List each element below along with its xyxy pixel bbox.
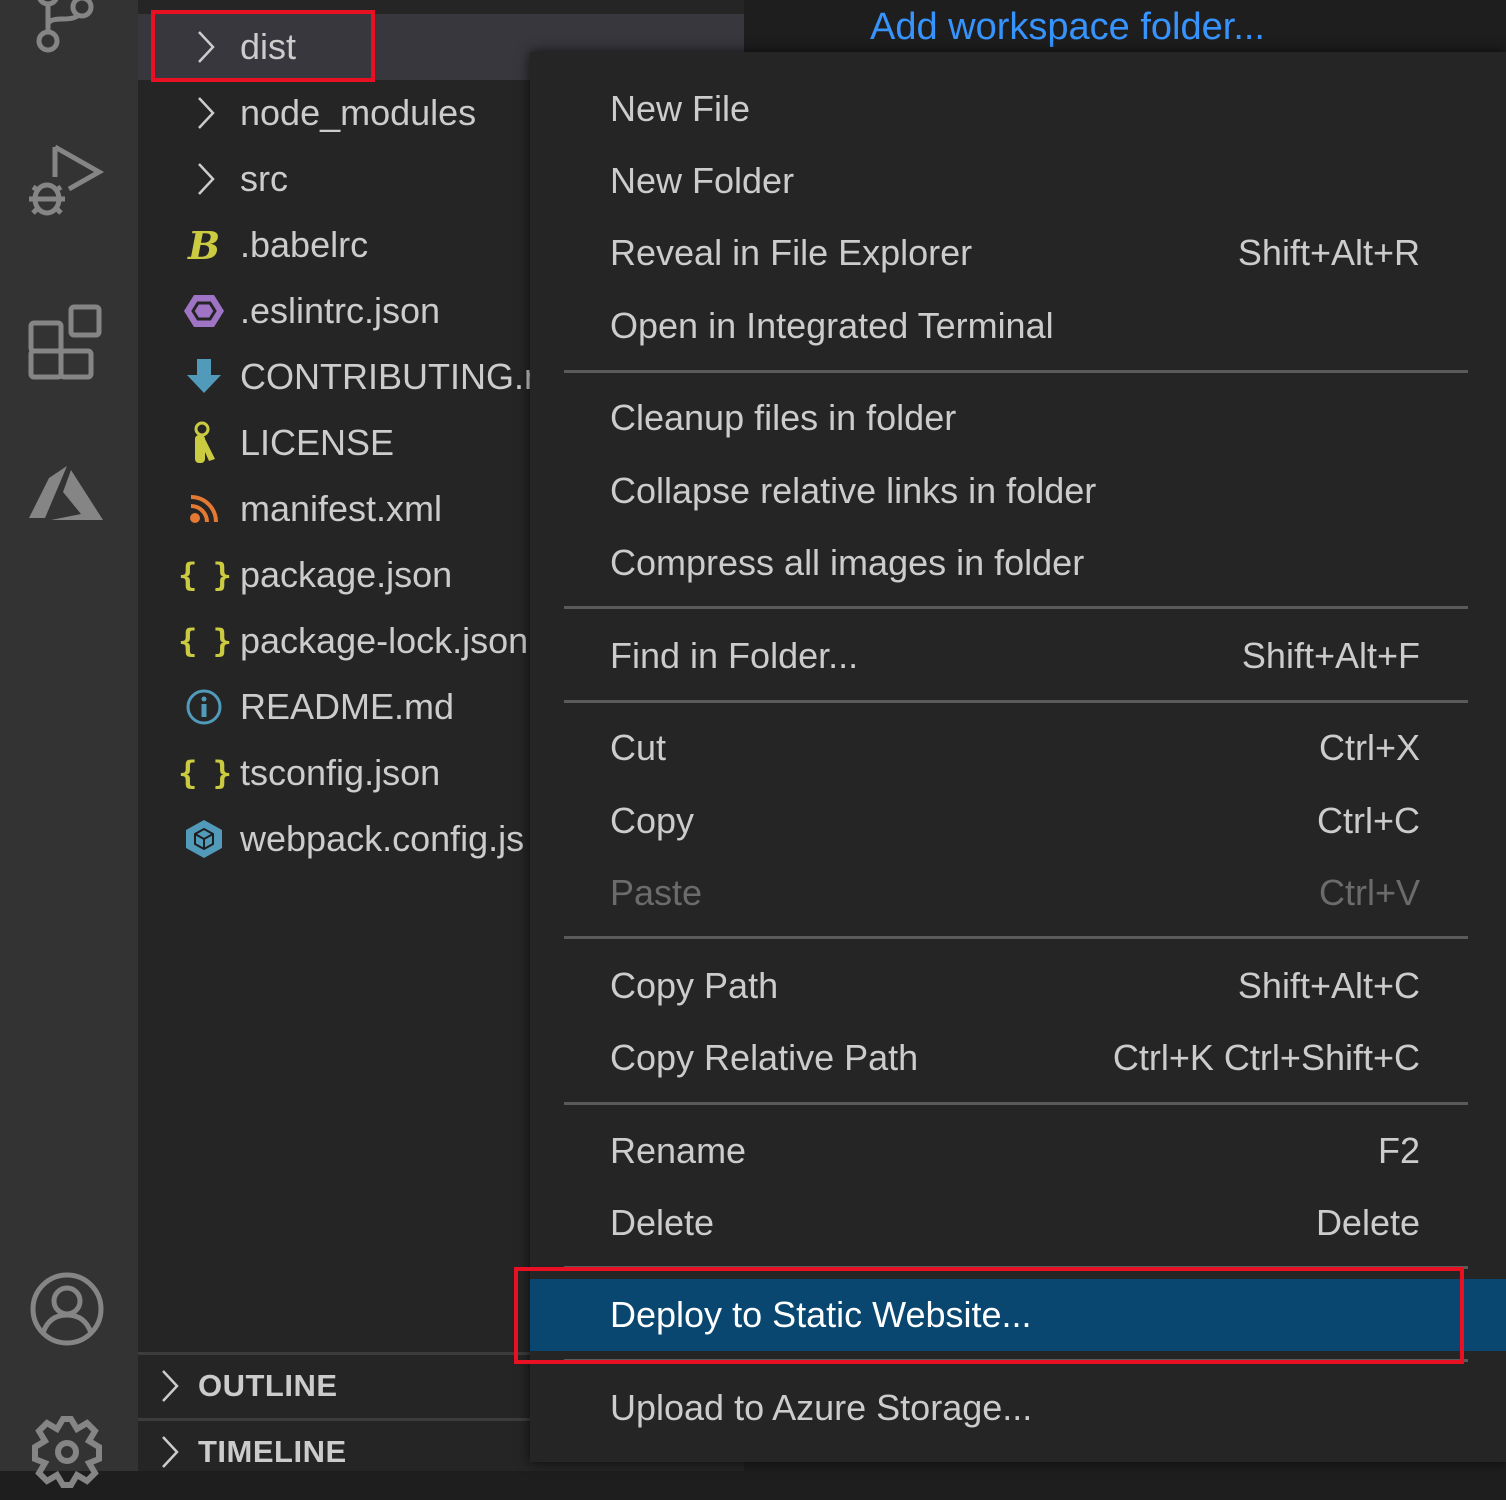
accounts-button[interactable] [22, 1264, 112, 1354]
menu-separator [564, 1102, 1468, 1105]
menu-item-collapse-relative-links-in-folder[interactable]: Collapse relative links in folder [530, 455, 1506, 527]
menu-item-label: Cut [610, 727, 667, 768]
source-control-button[interactable] [22, 0, 112, 76]
tree-item-label: README.md [240, 686, 455, 727]
tree-item-label: node_modules [240, 92, 477, 133]
menu-item-label: Paste [610, 872, 703, 913]
menu-item-label: Copy Path [610, 965, 779, 1006]
menu-item-label: Deploy to Static Website... [610, 1294, 1032, 1335]
webpack-cube-icon [182, 817, 226, 861]
tree-item-label: src [240, 158, 288, 199]
menu-item-label: Delete [610, 1202, 715, 1243]
tree-item-label: package-lock.json [240, 620, 529, 661]
menu-item-shortcut: F2 [1377, 1130, 1420, 1171]
tree-item-label: package.json [240, 554, 453, 595]
eslint-icon [182, 289, 226, 333]
menu-item-copy-path[interactable]: Copy Path Shift+Alt+C [530, 950, 1506, 1022]
tree-item-label: .babelrc [240, 224, 369, 265]
menu-item-new-file[interactable]: New File [530, 73, 1506, 145]
source-control-icon [36, 0, 94, 53]
babel-icon: B [187, 222, 221, 268]
menu-separator [564, 1266, 1468, 1269]
menu-item-shortcut: Ctrl+X [1318, 727, 1420, 768]
add-workspace-folder-link[interactable]: Add workspace folder... [870, 6, 1265, 49]
menu-separator [564, 1359, 1468, 1362]
menu-item-label: New File [610, 88, 751, 129]
menu-item-delete[interactable]: Delete Delete [530, 1187, 1506, 1259]
menu-item-shortcut: Ctrl+K Ctrl+Shift+C [1112, 1037, 1420, 1078]
account-icon [30, 1272, 104, 1346]
json-braces-icon: { } [178, 556, 232, 594]
menu-item-label: Reveal in File Explorer [610, 232, 973, 273]
menu-item-label: Find in Folder... [610, 635, 859, 676]
menu-item-label: Upload to Azure Storage... [610, 1387, 1033, 1428]
tree-item-label: LICENSE [240, 422, 395, 463]
tree-item-label: dist [240, 26, 297, 67]
menu-item-label: Collapse relative links in folder [610, 470, 1097, 511]
tree-item-label: .eslintrc.json [240, 290, 441, 331]
menu-item-new-folder[interactable]: New Folder [530, 145, 1506, 217]
chevron-right-icon [196, 159, 222, 199]
menu-item-copy-relative-path[interactable]: Copy Relative Path Ctrl+K Ctrl+Shift+C [530, 1022, 1506, 1094]
azure-icon [29, 466, 103, 520]
menu-item-cut[interactable]: Cut Ctrl+X [530, 712, 1506, 784]
xml-rss-icon [182, 487, 226, 531]
chevron-right-icon [196, 93, 222, 133]
json-braces-icon: { } [178, 622, 232, 660]
settings-gear-icon [32, 1416, 102, 1488]
menu-item-deploy-to-static-website[interactable]: Deploy to Static Website... [530, 1279, 1506, 1351]
tree-item-label: webpack.config.js [240, 818, 525, 859]
menu-item-shortcut: Shift+Alt+R [1237, 232, 1420, 273]
markdown-download-icon [182, 355, 226, 399]
menu-item-rename[interactable]: Rename F2 [530, 1115, 1506, 1187]
menu-item-shortcut: Ctrl+V [1318, 872, 1420, 913]
chevron-right-icon [160, 1366, 186, 1406]
menu-item-copy[interactable]: Copy Ctrl+C [530, 785, 1506, 857]
run-debug-button[interactable] [22, 136, 112, 226]
menu-item-label: Copy [610, 800, 695, 841]
menu-item-shortcut: Shift+Alt+F [1241, 635, 1420, 676]
menu-item-shortcut: Delete [1315, 1202, 1420, 1243]
menu-item-upload-to-azure-storage[interactable]: Upload to Azure Storage... [530, 1372, 1506, 1444]
menu-item-shortcut: Ctrl+C [1316, 800, 1420, 841]
chevron-right-icon [160, 1432, 186, 1472]
run-debug-icon [29, 144, 105, 216]
menu-item-compress-all-images-in-folder[interactable]: Compress all images in folder [530, 527, 1506, 599]
info-icon [182, 685, 226, 729]
menu-item-reveal-in-file-explorer[interactable]: Reveal in File Explorer Shift+Alt+R [530, 217, 1506, 289]
menu-item-label: New Folder [610, 160, 795, 201]
menu-item-shortcut: Shift+Alt+C [1237, 965, 1420, 1006]
tree-item-label: manifest.xml [240, 488, 443, 529]
menu-item-label: Rename [610, 1130, 747, 1171]
extensions-button[interactable] [22, 296, 112, 386]
menu-item-cleanup-files-in-folder[interactable]: Cleanup files in folder [530, 382, 1506, 454]
outline-label: OUTLINE [198, 1367, 338, 1403]
activity-bar [0, 0, 138, 1488]
menu-separator [564, 700, 1468, 703]
menu-separator [564, 936, 1468, 939]
menu-item-label: Compress all images in folder [610, 542, 1085, 583]
chevron-right-icon [196, 27, 222, 67]
manage-button[interactable] [22, 1410, 112, 1500]
menu-item-find-in-folder[interactable]: Find in Folder... Shift+Alt+F [530, 620, 1506, 692]
menu-item-label: Cleanup files in folder [610, 397, 957, 438]
menu-separator [564, 606, 1468, 609]
timeline-label: TIMELINE [198, 1433, 347, 1469]
context-menu: New File New Folder Reveal in File Explore… [530, 52, 1506, 1462]
menu-item-open-in-integrated-terminal[interactable]: Open in Integrated Terminal [530, 290, 1506, 362]
extensions-icon [28, 304, 102, 380]
menu-item-label: Open in Integrated Terminal [610, 305, 1054, 346]
azure-button[interactable] [22, 452, 112, 542]
tree-item-label: tsconfig.json [240, 752, 441, 793]
license-key-icon [182, 421, 226, 465]
menu-item-label: Copy Relative Path [610, 1037, 919, 1078]
menu-item-paste: Paste Ctrl+V [530, 857, 1506, 929]
tree-item-label: CONTRIBUTING.md [240, 356, 575, 397]
json-braces-icon: { } [178, 754, 232, 792]
menu-separator [564, 370, 1468, 373]
